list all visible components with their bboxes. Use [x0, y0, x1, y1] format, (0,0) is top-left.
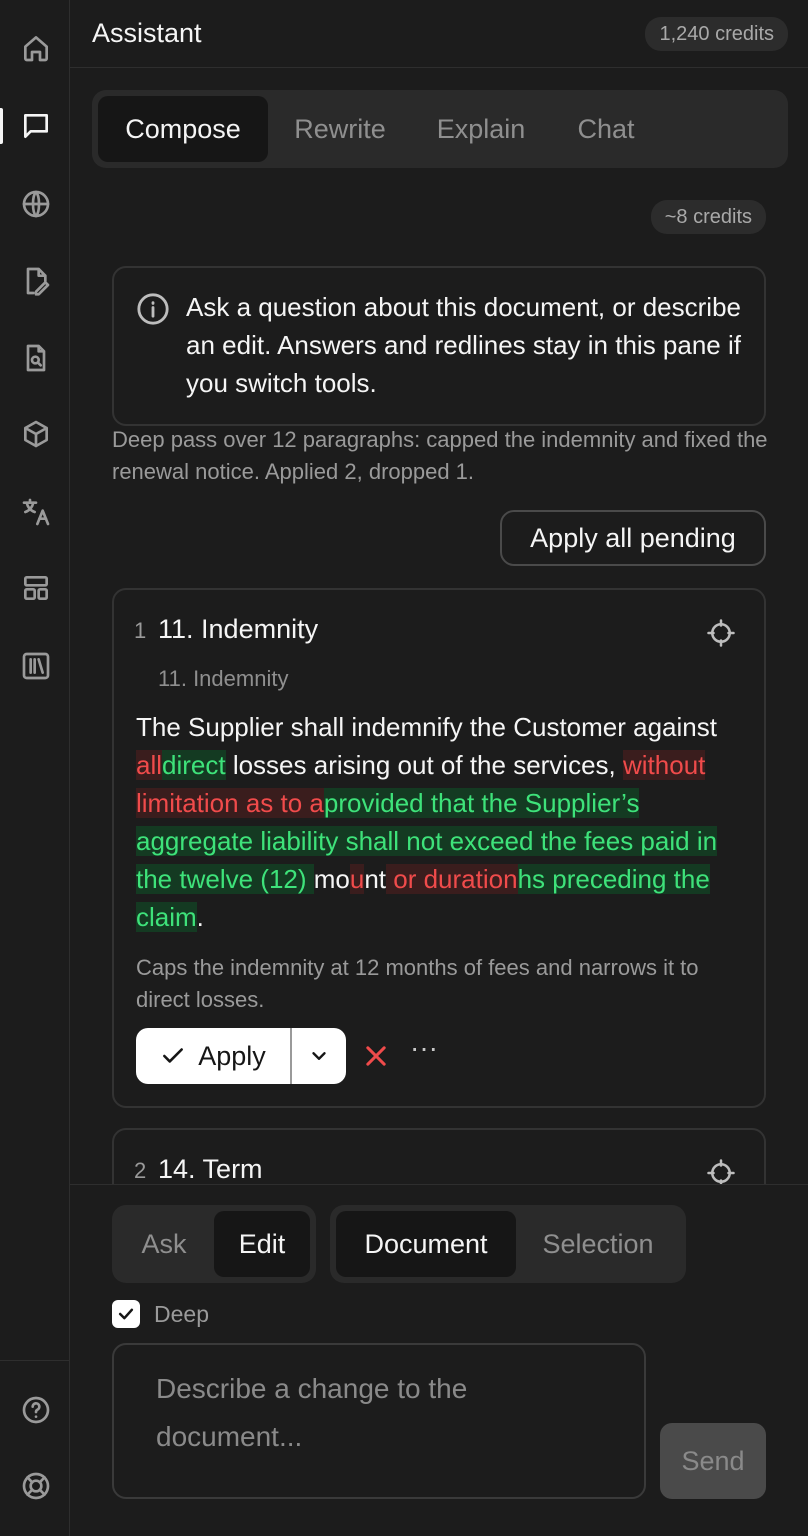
tab-explain[interactable]: Explain	[418, 96, 544, 162]
deep-label: Deep	[154, 1300, 209, 1327]
run-summary: Deep pass over 12 paragraphs: capped the…	[112, 427, 768, 484]
redline-text: The Supplier shall indemnify the Custome…	[136, 708, 748, 936]
apply-button[interactable]: Apply	[136, 1028, 292, 1084]
more-options-icon[interactable]: ···	[410, 1034, 438, 1066]
layout-icon[interactable]	[18, 570, 54, 606]
file-edit-icon[interactable]	[18, 263, 54, 299]
card-section-label: 11. Indemnity	[158, 666, 289, 691]
library-icon[interactable]	[18, 648, 54, 684]
card-title: 11. Indemnity	[158, 614, 319, 644]
inserted-text: direct	[162, 750, 226, 780]
redline-card: 2 14. Term	[112, 1128, 766, 1184]
tab-chat[interactable]: Chat	[556, 96, 656, 162]
deep-checkbox[interactable]: Deep	[112, 1299, 209, 1329]
info-text: Ask a question about this document, or d…	[186, 292, 741, 398]
check-icon	[163, 1048, 184, 1063]
help-icon[interactable]	[18, 1392, 54, 1428]
unchanged-text: losses arising out of the services,	[225, 750, 623, 780]
chevron-down-icon	[312, 1052, 326, 1060]
checkbox-checked-icon	[112, 1300, 140, 1328]
credit-estimate-badge: ~8 credits	[650, 200, 766, 234]
mode-toggle: Ask Edit	[112, 1205, 316, 1283]
support-icon[interactable]	[18, 1468, 54, 1504]
scope-selection[interactable]: Selection	[522, 1211, 674, 1277]
file-search-icon[interactable]	[18, 340, 54, 376]
info-icon	[136, 292, 170, 326]
apply-label: Apply	[198, 1040, 266, 1071]
tab-compose[interactable]: Compose	[98, 96, 268, 162]
prompt-input[interactable]	[112, 1343, 646, 1499]
rail-divider	[0, 1360, 70, 1361]
deleted-text: all	[136, 750, 163, 780]
assistant-panel: Assistant 1,240 credits Compose Rewrite …	[70, 0, 808, 1536]
tool-tabs: Compose Rewrite Explain Chat	[92, 90, 788, 168]
results-scroll[interactable]: ~8 credits Ask a question about this doc…	[70, 190, 808, 1184]
mode-edit[interactable]: Edit	[214, 1211, 310, 1277]
apply-split-button: Apply	[136, 1028, 346, 1084]
card-title: 14. Term	[158, 1154, 263, 1184]
change-rationale: Caps the indemnity at 12 months of fees …	[136, 955, 699, 1012]
redline-card: 1 11. Indemnity 11. Indemnity The Suppli…	[112, 588, 766, 1108]
unchanged-text: nt	[364, 864, 387, 894]
translate-icon[interactable]	[18, 494, 54, 530]
deleted-text: u	[349, 864, 365, 894]
scope-toggle: Document Selection	[330, 1205, 686, 1283]
chat-icon[interactable]	[18, 108, 54, 144]
composer: Ask Edit Document Selection Deep Send	[70, 1184, 808, 1536]
locate-icon[interactable]	[706, 1158, 736, 1184]
active-marker	[0, 108, 3, 144]
scope-document[interactable]: Document	[336, 1211, 516, 1277]
locate-icon[interactable]	[706, 618, 736, 648]
cube-icon[interactable]	[18, 416, 54, 452]
globe-icon[interactable]	[18, 186, 54, 222]
apply-all-pending-button[interactable]: Apply all pending	[500, 510, 766, 566]
unchanged-text: .	[196, 902, 204, 932]
apply-options-dropdown[interactable]	[292, 1028, 346, 1084]
panel-header: Assistant 1,240 credits	[70, 0, 808, 68]
card-number: 1	[134, 618, 147, 643]
send-button[interactable]: Send	[660, 1423, 766, 1499]
mode-ask[interactable]: Ask	[118, 1211, 210, 1277]
card-number: 2	[134, 1158, 147, 1183]
tab-rewrite[interactable]: Rewrite	[276, 96, 404, 162]
credits-badge: 1,240 credits	[645, 17, 788, 51]
nav-rail	[0, 0, 70, 1536]
panel-title: Assistant	[92, 18, 202, 48]
unchanged-text: mo	[313, 864, 350, 894]
reject-icon[interactable]	[362, 1042, 390, 1070]
unchanged-text: The Supplier shall indemnify the Custome…	[136, 712, 717, 742]
home-icon[interactable]	[18, 30, 54, 66]
info-callout: Ask a question about this document, or d…	[112, 266, 766, 426]
deleted-text: or duration	[386, 864, 518, 894]
